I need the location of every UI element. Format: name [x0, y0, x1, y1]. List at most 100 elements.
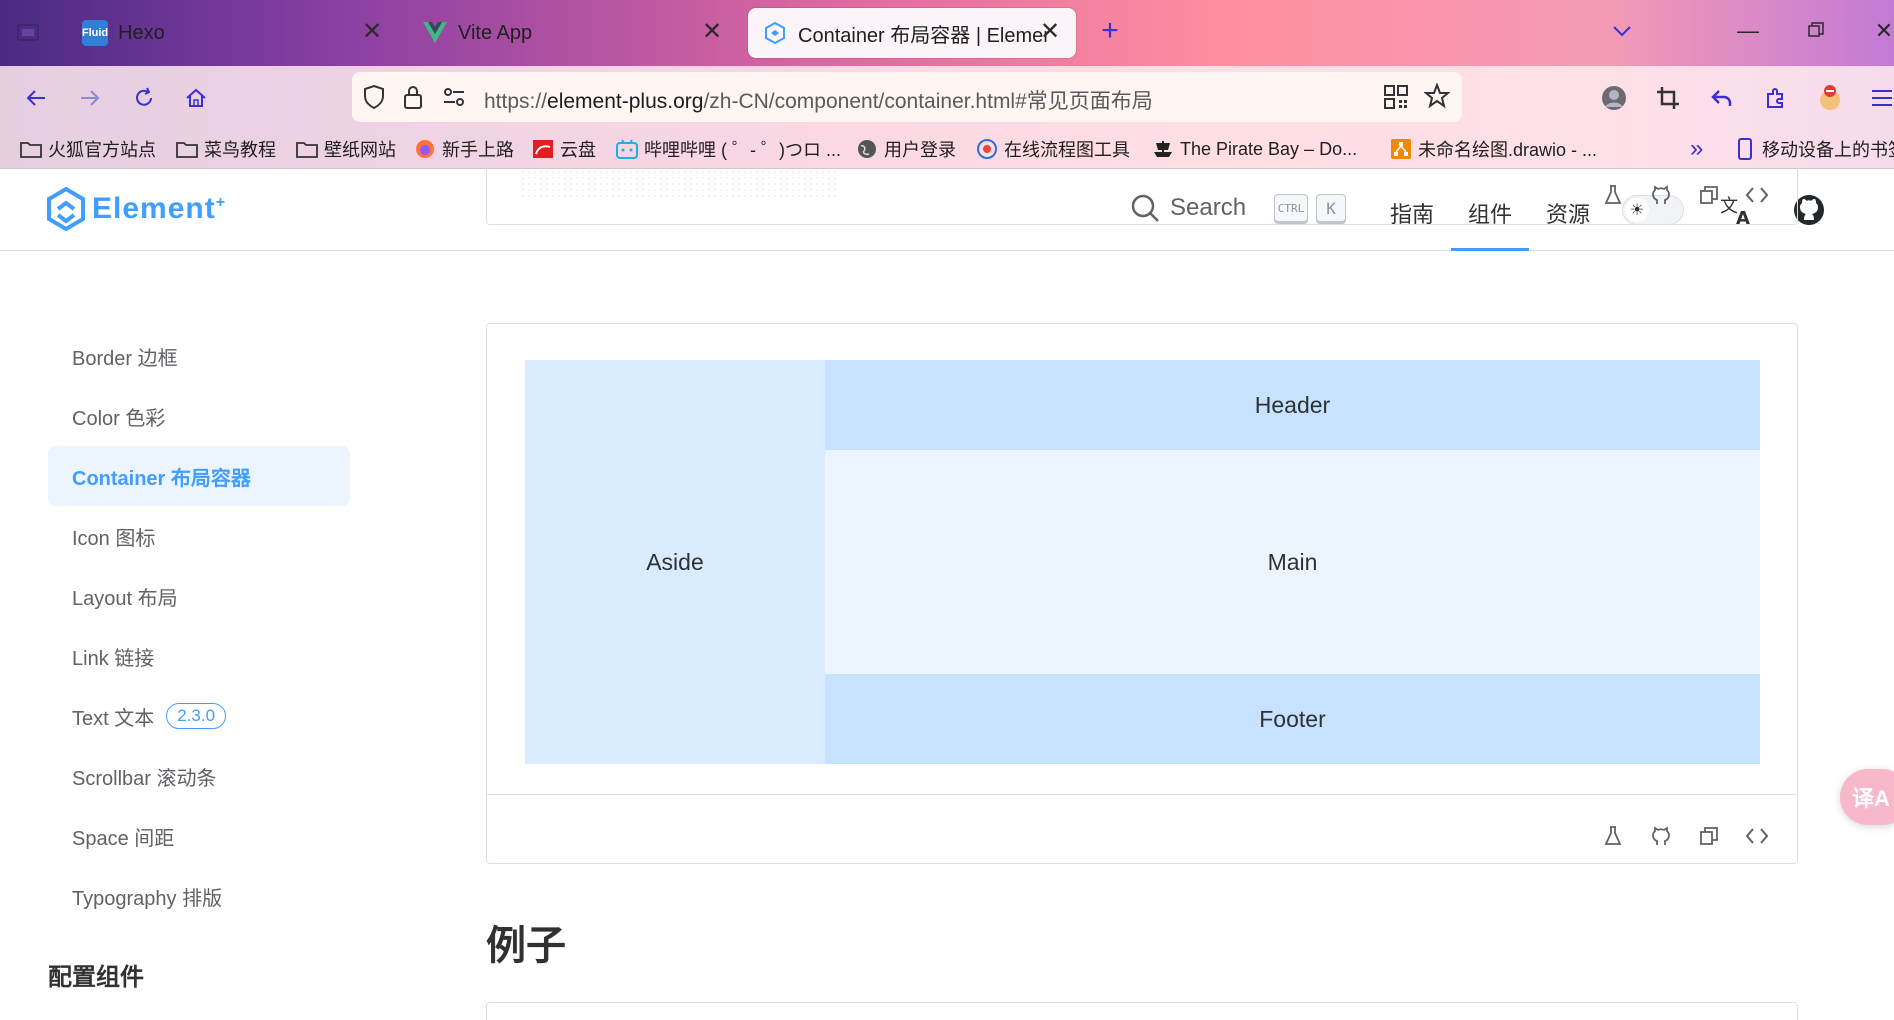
- firefox-icon: [414, 139, 436, 159]
- tab-element-container[interactable]: Container 布局容器 | Element ✕: [748, 8, 1076, 58]
- bookmark-item[interactable]: 云盘: [532, 135, 596, 163]
- github-source-icon[interactable]: [1637, 822, 1685, 850]
- bookmarks-bar: 火狐官方站点 菜鸟教程 壁纸网站 新手上路 云盘 哔哩哔哩 ( ゜- ゜)つロ …: [0, 128, 1894, 169]
- bookmark-label: 火狐官方站点: [48, 140, 156, 160]
- sidebar-item-container[interactable]: Container 布局容器: [48, 446, 350, 506]
- previous-demo-card: [486, 165, 1798, 225]
- tab-list-chevron-icon[interactable]: [1600, 14, 1644, 48]
- sidebar-item-color[interactable]: Color 色彩: [48, 386, 350, 446]
- bookmark-item[interactable]: 未命名绘图.drawio - ...: [1390, 135, 1597, 163]
- screenshot-crop-icon[interactable]: [1648, 78, 1688, 118]
- page-content: Element+ Search CTRL K 指南 组件 资源 ☀ 文A Bor…: [0, 165, 1894, 1020]
- version-badge: 2.3.0: [166, 703, 227, 729]
- copy-icon[interactable]: [1685, 181, 1733, 209]
- url-bar[interactable]: https://element-plus.org/zh-CN/component…: [352, 72, 1462, 122]
- vue-icon: [422, 20, 448, 46]
- logo-name: Element: [92, 192, 216, 225]
- bookmark-item[interactable]: 菜鸟教程: [176, 135, 276, 163]
- demo-divider: [487, 794, 1797, 795]
- url-text[interactable]: https://element-plus.org/zh-CN/component…: [484, 85, 1153, 115]
- bookmark-item[interactable]: 新手上路: [414, 135, 514, 163]
- minimize-icon[interactable]: —: [1726, 14, 1770, 48]
- logo-sup: +: [215, 194, 227, 211]
- tab-vite-app[interactable]: Vite App ✕: [408, 8, 738, 58]
- copy-icon[interactable]: [1685, 822, 1733, 850]
- home-icon[interactable]: [176, 78, 216, 118]
- sidebar-item-text[interactable]: Text 文本 2.3.0: [48, 686, 350, 746]
- back-arrow-icon[interactable]: [16, 78, 56, 118]
- undo-arrow-icon[interactable]: [1702, 78, 1742, 118]
- close-icon[interactable]: ✕: [358, 18, 386, 46]
- profile-badge-icon[interactable]: [1810, 78, 1850, 118]
- playground-flask-icon[interactable]: [1589, 822, 1637, 850]
- folder-icon: [296, 139, 318, 159]
- layout-aside: Aside: [525, 360, 825, 764]
- close-icon[interactable]: ✕: [698, 18, 726, 46]
- bookmark-label: 移动设备上的书签: [1762, 140, 1894, 160]
- logo-text: Element+: [92, 192, 226, 226]
- new-tab-button[interactable]: +: [1088, 14, 1132, 48]
- bookmark-item[interactable]: The Pirate Bay – Do...: [1152, 135, 1357, 163]
- forward-arrow-icon[interactable]: [70, 78, 110, 118]
- restore-icon[interactable]: [1794, 14, 1838, 48]
- github-source-icon[interactable]: [1637, 181, 1685, 209]
- bookmark-label: 新手上路: [442, 140, 514, 160]
- layout-main: Main: [825, 450, 1760, 674]
- bookmark-label: 在线流程图工具: [1004, 140, 1130, 160]
- url-path: /zh-CN/component/container.html#常见页面布局: [703, 90, 1153, 113]
- browser-chrome: Fluid Hexo ✕ Vite App ✕ Container 布局容器 |…: [0, 0, 1894, 169]
- close-icon[interactable]: ✕: [1036, 18, 1064, 46]
- qr-code-icon[interactable]: [1384, 85, 1408, 114]
- pirate-ship-icon: [1152, 139, 1174, 159]
- shield-icon[interactable]: [362, 84, 386, 115]
- bookmark-label: 菜鸟教程: [204, 140, 276, 160]
- layout-footer: Footer: [825, 674, 1760, 764]
- window-close-icon[interactable]: ✕: [1862, 14, 1894, 48]
- nav-toolbar: https://element-plus.org/zh-CN/component…: [0, 66, 1894, 128]
- folder-icon: [176, 139, 198, 159]
- view-code-icon[interactable]: [1733, 181, 1781, 209]
- next-demo-card: [486, 1002, 1798, 1020]
- menu-icon[interactable]: [1862, 78, 1894, 118]
- sidebar-item-link[interactable]: Link 链接: [48, 626, 350, 686]
- account-avatar-icon[interactable]: [1594, 78, 1634, 118]
- bookmark-label: 云盘: [560, 140, 596, 160]
- active-nav-indicator: [1451, 248, 1529, 251]
- site-permissions-icon[interactable]: [442, 86, 466, 113]
- element-icon: [762, 20, 788, 46]
- playground-flask-icon[interactable]: [1589, 181, 1637, 209]
- mobile-icon: [1734, 138, 1756, 160]
- fluid-icon: Fluid: [82, 20, 108, 46]
- bilibili-icon: [616, 139, 638, 159]
- bookmarks-overflow-chevron-icon[interactable]: »: [1690, 135, 1703, 163]
- bookmark-label: 哔哩哔哩 ( ゜- ゜)つロ ...: [644, 140, 841, 160]
- floating-translate-button[interactable]: 译A: [1840, 769, 1894, 825]
- bookmark-item[interactable]: 火狐官方站点: [20, 135, 156, 163]
- tab-title: Hexo: [118, 21, 165, 44]
- tab-overview-icon[interactable]: [8, 12, 48, 52]
- sidebar-item-icon[interactable]: Icon 图标: [48, 506, 350, 566]
- tab-hexo[interactable]: Fluid Hexo ✕: [68, 8, 398, 58]
- sidebar-item-border[interactable]: Border 边框: [48, 326, 350, 386]
- url-prefix: https://: [484, 90, 548, 113]
- reload-icon[interactable]: [124, 78, 164, 118]
- bookmark-item[interactable]: 壁纸网站: [296, 135, 396, 163]
- sidebar-item-space[interactable]: Space 间距: [48, 806, 350, 866]
- flowchart-icon: [976, 139, 998, 159]
- bookmark-item[interactable]: 移动设备上的书签: [1734, 135, 1894, 163]
- sidebar-item-typography[interactable]: Typography 排版: [48, 866, 350, 926]
- view-code-icon[interactable]: [1733, 822, 1781, 850]
- sidebar-item-layout[interactable]: Layout 布局: [48, 566, 350, 626]
- lock-icon[interactable]: [402, 84, 424, 115]
- bookmark-label: The Pirate Bay – Do...: [1180, 138, 1358, 159]
- bookmark-item[interactable]: 在线流程图工具: [976, 135, 1130, 163]
- drawio-icon: [1390, 139, 1412, 159]
- bookmark-item[interactable]: 哔哩哔哩 ( ゜- ゜)つロ ...: [616, 135, 841, 163]
- sidebar-item-scrollbar[interactable]: Scrollbar 滚动条: [48, 746, 350, 806]
- bookmark-star-icon[interactable]: [1423, 82, 1451, 114]
- extensions-icon[interactable]: [1756, 78, 1796, 118]
- bookmark-item[interactable]: 用户登录: [856, 135, 956, 163]
- folder-icon: [20, 139, 42, 159]
- site-logo[interactable]: Element+: [46, 187, 226, 231]
- url-host: element-plus.org: [547, 90, 704, 113]
